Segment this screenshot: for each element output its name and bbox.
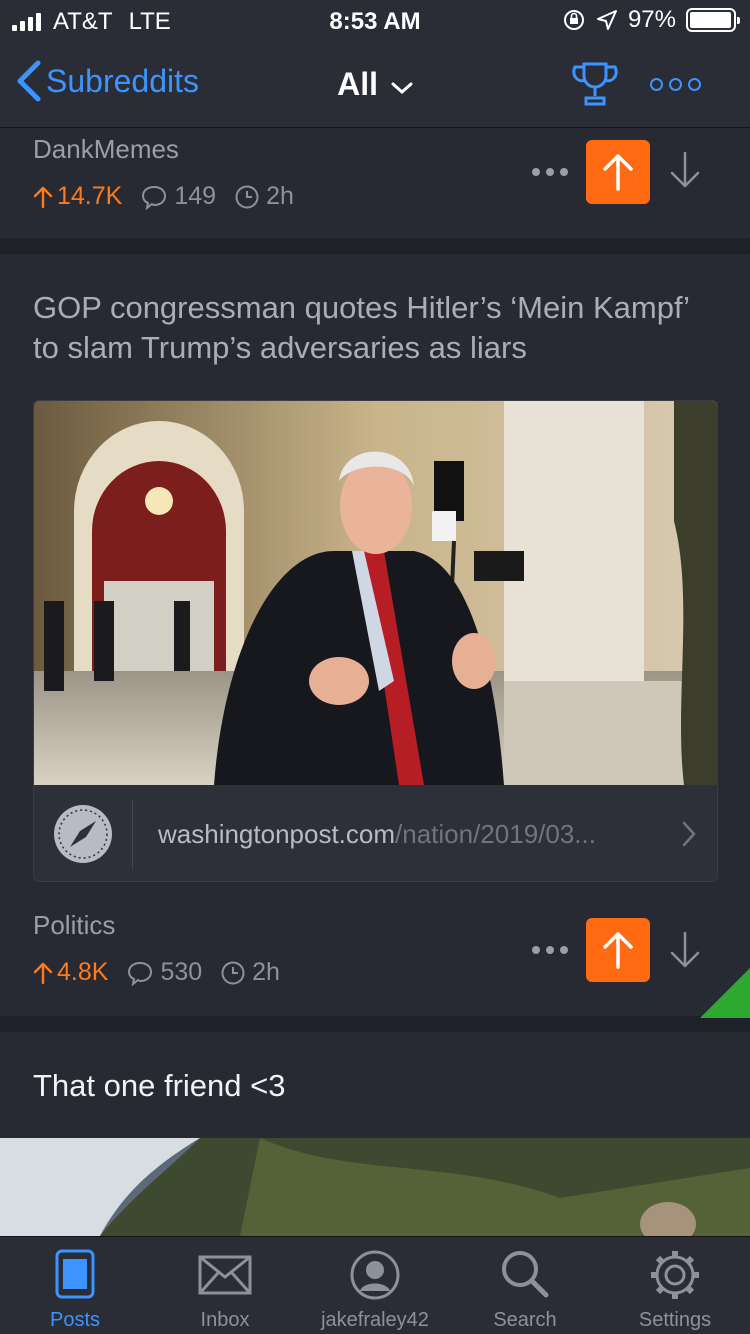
clock-icon [235,185,259,208]
tab-label: Inbox [200,1309,250,1331]
tab-settings[interactable]: Settings [600,1237,750,1334]
post-card[interactable]: DankMemes 14.7K 149 2h [0,128,750,238]
tab-profile[interactable]: jakefraley42 [300,1237,450,1334]
arrow-up-icon [603,154,633,191]
post-title[interactable]: GOP congressman quotes Hitler’s ‘Mein Ka… [33,288,713,368]
downvote-button[interactable] [668,930,702,975]
post-thumbnail[interactable] [0,1138,750,1236]
posts-icon [55,1249,95,1299]
subreddit-label[interactable]: Politics [33,910,115,941]
arrow-up-icon [33,962,53,984]
divider [132,799,133,869]
arrow-up-icon [603,932,633,969]
upvote-button[interactable] [586,140,650,204]
post-age: 2h [234,182,294,211]
compass-icon [54,805,112,863]
comment-count[interactable]: 149 [140,182,216,211]
arrow-down-icon [670,931,700,968]
envelope-icon [198,1255,252,1295]
post-title[interactable]: That one friend <3 [33,1066,713,1106]
arrow-up-icon [33,186,53,208]
battery-percent: 97% [627,6,676,33]
more-button[interactable] [650,78,701,91]
link-bar[interactable]: washingtonpost.com/nation/2019/03... [34,785,717,881]
comment-value: 149 [174,182,217,210]
post-card[interactable]: GOP congressman quotes Hitler’s ‘Mein Ka… [0,254,750,1016]
nav-bar: Subreddits All [0,42,750,128]
battery-icon [686,8,740,32]
search-icon [502,1251,549,1298]
tab-label: Posts [49,1309,101,1331]
score: 14.7K [33,182,122,211]
tab-inbox[interactable]: Inbox [150,1237,300,1334]
tab-search[interactable]: Search [450,1237,600,1334]
age-value: 2h [266,182,294,210]
new-indicator [700,968,750,1018]
downvote-button[interactable] [668,150,702,195]
link-domain: washingtonpost.com [158,819,396,849]
chevron-right-icon [682,821,696,847]
post-options-button[interactable] [532,946,568,954]
post-thumbnail[interactable] [34,401,718,785]
status-right: 97% [562,6,740,34]
comment-icon [128,961,153,986]
post-meta: 4.8K 530 2h [33,958,280,987]
tab-label: Search [493,1309,557,1331]
location-icon [596,10,617,30]
feed-selector[interactable]: All [0,66,750,103]
comment-count[interactable]: 530 [126,958,202,987]
chevron-down-icon [391,82,413,95]
tab-label: Settings [638,1309,712,1331]
score-value: 14.7K [57,182,123,210]
upvote-button[interactable] [586,918,650,982]
page-title: All [337,66,378,102]
clock-icon [221,961,245,984]
tab-label: jakefraley42 [321,1309,429,1331]
comment-value: 530 [160,958,203,986]
user-icon [350,1250,400,1300]
link-path: /nation/2019/03... [395,819,596,849]
score: 4.8K [33,958,108,987]
score-value: 4.8K [57,958,109,986]
link-url[interactable]: washingtonpost.com/nation/2019/03... [158,819,596,850]
link-preview[interactable]: washingtonpost.com/nation/2019/03... [33,400,718,882]
trophy-icon[interactable] [570,60,620,108]
subreddit-label[interactable]: DankMemes [33,134,179,165]
post-options-button[interactable] [532,168,568,176]
age-value: 2h [252,958,280,986]
status-bar: AT&T LTE 8:53 AM 97% [0,0,750,42]
tab-bar: Posts Inbox jakefraley42 Search Settings [0,1236,750,1334]
tab-posts[interactable]: Posts [0,1237,150,1334]
gear-icon [651,1251,699,1299]
rotation-lock-icon [563,10,584,30]
comment-icon [142,185,167,210]
post-card[interactable]: That one friend <3 [0,1032,750,1236]
arrow-down-icon [670,151,700,188]
post-age: 2h [220,958,280,987]
post-meta: 14.7K 149 2h [33,182,294,211]
